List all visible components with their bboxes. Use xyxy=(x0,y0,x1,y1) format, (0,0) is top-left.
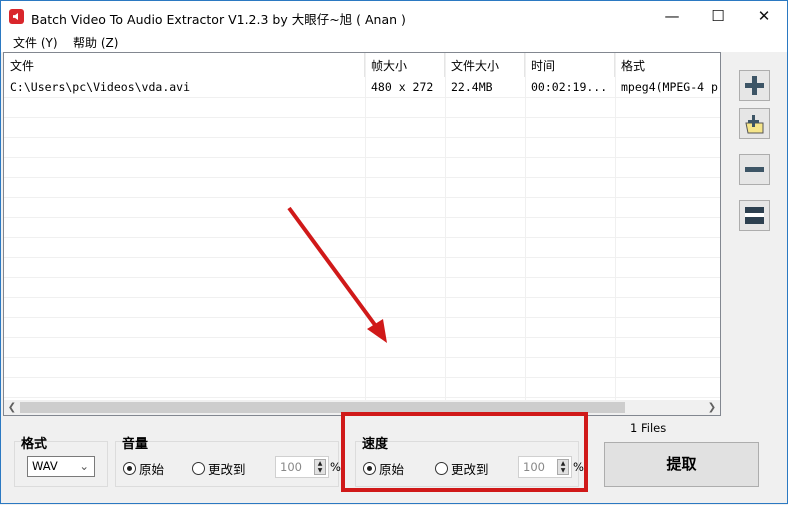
app-window: Batch Video To Audio Extractor V1.2.3 by… xyxy=(0,0,788,504)
annotation-arrow-icon xyxy=(287,206,387,343)
